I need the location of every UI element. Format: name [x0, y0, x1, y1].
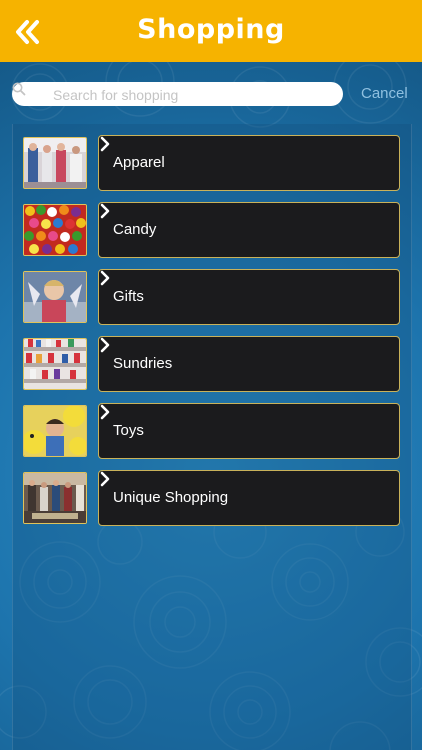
- search-input[interactable]: [51, 85, 335, 105]
- unique-shopping-photo: [23, 472, 87, 524]
- category-card[interactable]: Apparel: [98, 135, 400, 191]
- chevron-right-icon: [100, 404, 110, 420]
- candy-photo: [23, 204, 87, 256]
- category-label: Candy: [113, 221, 157, 238]
- cancel-button[interactable]: Cancel: [361, 85, 408, 102]
- chevron-right-icon: [100, 270, 110, 286]
- list-item-toys[interactable]: Toys: [23, 403, 411, 460]
- search-icon: [12, 82, 26, 96]
- content-area: Cancel Apparel: [0, 62, 422, 750]
- list-item-sundries[interactable]: Sundries: [23, 336, 411, 393]
- chevron-right-icon: [100, 471, 110, 487]
- category-card[interactable]: Unique Shopping: [98, 470, 400, 526]
- search-bar: Cancel: [0, 82, 422, 106]
- chevron-right-icon: [100, 337, 110, 353]
- toys-photo: [23, 405, 87, 457]
- category-label: Sundries: [113, 355, 173, 372]
- category-card[interactable]: Sundries: [98, 336, 400, 392]
- category-label: Apparel: [113, 154, 165, 171]
- category-label: Toys: [113, 422, 144, 439]
- category-list: Apparel Candy Gifts Sundries Toys Unique…: [12, 124, 412, 750]
- page-title: Shopping: [137, 14, 285, 45]
- category-label: Unique Shopping: [113, 489, 229, 506]
- category-card[interactable]: Toys: [98, 403, 400, 459]
- list-item-apparel[interactable]: Apparel: [23, 135, 411, 192]
- chevron-right-icon: [100, 136, 110, 152]
- category-card[interactable]: Gifts: [98, 269, 400, 325]
- category-label: Gifts: [113, 288, 144, 305]
- search-field[interactable]: [12, 82, 343, 106]
- list-item-unique-shopping[interactable]: Unique Shopping: [23, 470, 411, 527]
- sundries-photo: [23, 338, 87, 390]
- list-item-candy[interactable]: Candy: [23, 202, 411, 259]
- gifts-photo: [23, 271, 87, 323]
- category-card[interactable]: Candy: [98, 202, 400, 258]
- chevron-right-icon: [100, 203, 110, 219]
- list-item-gifts[interactable]: Gifts: [23, 269, 411, 326]
- top-bar: Shopping: [0, 0, 422, 62]
- apparel-photo: [23, 137, 87, 189]
